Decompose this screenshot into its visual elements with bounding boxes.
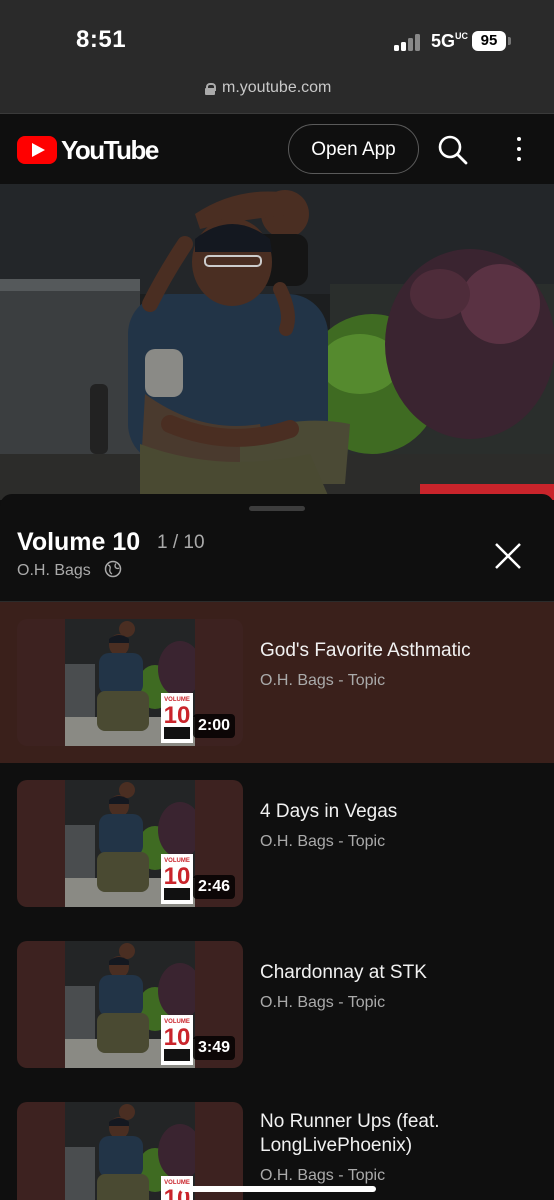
video-channel[interactable]: O.H. Bags - Topic (260, 833, 385, 851)
youtube-logo[interactable]: YouTube (17, 134, 159, 165)
home-indicator[interactable] (180, 1186, 376, 1192)
status-bar: 8:51 5GUC 95 (0, 0, 554, 70)
playlist-position: 1 / 10 (157, 532, 205, 553)
duration-badge: 2:46 (192, 875, 235, 899)
battery-indicator: 95 (472, 31, 506, 51)
youtube-header: YouTube Open App (0, 114, 554, 184)
video-title[interactable]: No Runner Ups (feat. LongLivePhoenix) (260, 1110, 530, 1158)
video-thumbnail[interactable]: VOLUME 10 2:46 (17, 780, 243, 907)
video-channel[interactable]: O.H. Bags - Topic (260, 994, 385, 1012)
playlist-item[interactable]: VOLUME 10 No Runner Ups (feat. LongLiveP… (0, 1085, 554, 1200)
network-type: 5GUC (431, 31, 469, 51)
globe-icon (104, 560, 122, 578)
playlist-item[interactable]: VOLUME 10 2:00 God's Favorite Asthmatic O.… (0, 602, 554, 763)
video-player-artwork[interactable] (0, 184, 554, 500)
duration-badge: 2:00 (192, 714, 235, 738)
playlist-title: Volume 10 (17, 528, 141, 556)
duration-badge: 3:49 (192, 1036, 235, 1060)
url-text[interactable]: m.youtube.com (222, 79, 331, 97)
video-channel[interactable]: O.H. Bags - Topic (260, 672, 385, 690)
close-icon[interactable] (492, 540, 524, 572)
lock-icon (205, 83, 216, 95)
svg-text:10: 10 (164, 863, 191, 890)
playlist-author[interactable]: O.H. Bags (17, 562, 91, 580)
video-title[interactable]: Chardonnay at STK (260, 961, 530, 985)
video-title[interactable]: God's Favorite Asthmatic (260, 639, 530, 663)
more-vert-icon[interactable] (508, 134, 530, 164)
status-time: 8:51 (76, 26, 127, 53)
logo-text: YouTube (61, 134, 159, 165)
open-app-button[interactable]: Open App (288, 124, 419, 174)
url-bar[interactable]: m.youtube.com (0, 70, 554, 114)
battery-tip (508, 37, 511, 45)
drag-handle[interactable] (249, 506, 305, 511)
svg-text:10: 10 (164, 1024, 191, 1051)
video-channel[interactable]: O.H. Bags - Topic (260, 1167, 385, 1185)
playlist-panel: Volume 10 1 / 10 O.H. Bags VOLUME 10 2:0… (0, 494, 554, 1200)
signal-icon (394, 33, 424, 51)
playlist-item[interactable]: VOLUME 10 3:49 Chardonnay at STK O.H. Bags… (0, 924, 554, 1085)
svg-text:10: 10 (164, 702, 191, 729)
video-thumbnail[interactable]: VOLUME 10 2:00 (17, 619, 243, 746)
search-icon[interactable] (436, 133, 470, 167)
youtube-play-icon (17, 136, 57, 164)
video-thumbnail[interactable]: VOLUME 10 3:49 (17, 941, 243, 1068)
video-title[interactable]: 4 Days in Vegas (260, 800, 530, 824)
playlist-item[interactable]: VOLUME 10 2:46 4 Days in Vegas O.H. Bags -… (0, 763, 554, 924)
